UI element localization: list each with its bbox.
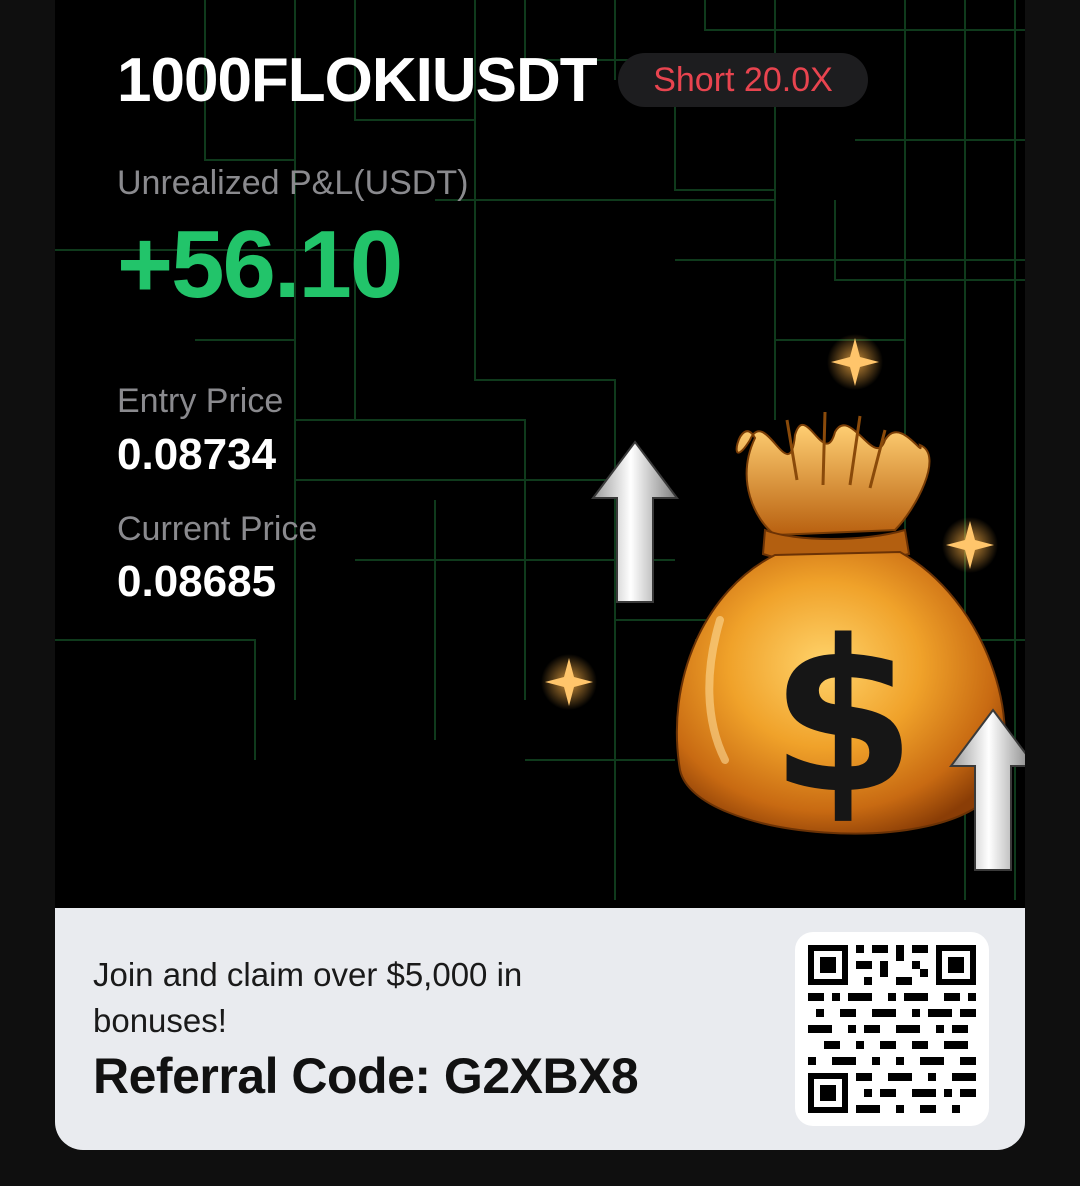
money-bag-icon: $ [675, 411, 1006, 840]
unrealized-pnl-value: +56.10 [117, 211, 403, 318]
qr-code-icon [804, 941, 980, 1117]
sparkle-icon [942, 517, 998, 573]
referral-footer: Join and claim over $5,000 in bonuses! R… [55, 908, 1025, 1150]
svg-text:$: $ [770, 595, 916, 840]
referral-code: Referral Code: G2XBX8 [93, 1048, 639, 1104]
position-side-badge: Short 20.0X [618, 53, 868, 107]
money-bag-illustration: $ [541, 334, 1025, 871]
entry-price-label: Entry Price [117, 382, 284, 420]
trading-pair-title: 1000FLOKIUSDT [117, 46, 598, 115]
sparkle-icon [541, 654, 597, 710]
qr-code[interactable] [795, 932, 989, 1126]
up-arrow-icon [591, 440, 679, 603]
entry-price-value: 0.08734 [117, 430, 277, 479]
pnl-share-card: 1000FLOKIUSDT Short 20.0X Unrealized P&L… [55, 0, 1025, 1150]
current-price-value: 0.08685 [117, 557, 277, 606]
sparkle-icon [827, 334, 883, 390]
current-price-label: Current Price [117, 510, 318, 548]
unrealized-pnl-label: Unrealized P&L(USDT) [117, 164, 469, 202]
promo-text: Join and claim over $5,000 in bonuses! [93, 956, 523, 1039]
